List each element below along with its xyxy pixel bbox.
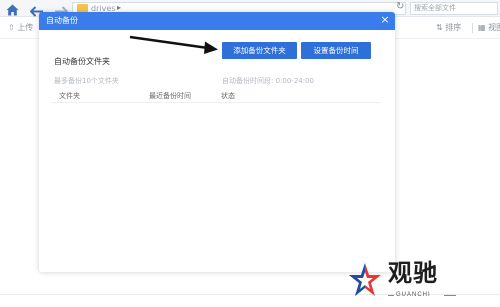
watermark-brand-text: 观驰 — [388, 259, 438, 287]
folder-limit-hint: 最多备份10个文件夹 — [54, 77, 119, 85]
column-header-status: 状态 — [221, 92, 235, 100]
upload-icon: ⇧ — [8, 23, 15, 32]
sort-label: 排序 — [445, 23, 462, 32]
sort-button[interactable]: ⇅ 排序 — [436, 22, 461, 33]
sort-icon: ⇅ — [436, 23, 443, 32]
view-button[interactable]: ▦ 视图 — [478, 22, 500, 33]
upload-label: 上传 — [17, 23, 34, 32]
annotation-arrow — [129, 35, 218, 54]
star-logo-icon — [349, 263, 381, 296]
column-header-folder: 文件夹 — [59, 92, 80, 100]
watermark-rule-right — [444, 295, 456, 296]
backup-time-hint: 自动备份时间段: 0:00-24:00 — [222, 77, 315, 85]
backup-folders-label: 自动备份文件夹 — [54, 57, 110, 66]
add-backup-folder-button[interactable]: 添加备份文件夹 — [222, 42, 297, 59]
watermark-rule-left — [388, 295, 394, 296]
brand-watermark: 观驰 GUANCHI — [348, 258, 463, 302]
toolbar-divider — [472, 23, 473, 33]
column-header-last-backup: 最近备份时间 — [149, 92, 191, 100]
refresh-icon[interactable]: ↻ — [396, 1, 404, 12]
grid-view-icon: ▦ — [478, 23, 486, 32]
view-label: 视图 — [488, 23, 500, 32]
backup-table-header: 文件夹 最近备份时间 状态 — [51, 89, 381, 103]
dialog-header: 自动备份 × — [39, 12, 395, 30]
watermark-brand-sub: GUANCHI — [396, 292, 431, 298]
dialog-title: 自动备份 — [46, 16, 78, 25]
close-icon[interactable]: × — [379, 14, 391, 26]
set-backup-time-button[interactable]: 设置备份时间 — [301, 42, 371, 59]
upload-button[interactable]: ⇧ 上传 — [8, 22, 33, 33]
chevron-right-icon: ▸ — [117, 3, 122, 12]
search-input[interactable]: 搜索全部文件 — [410, 2, 498, 15]
